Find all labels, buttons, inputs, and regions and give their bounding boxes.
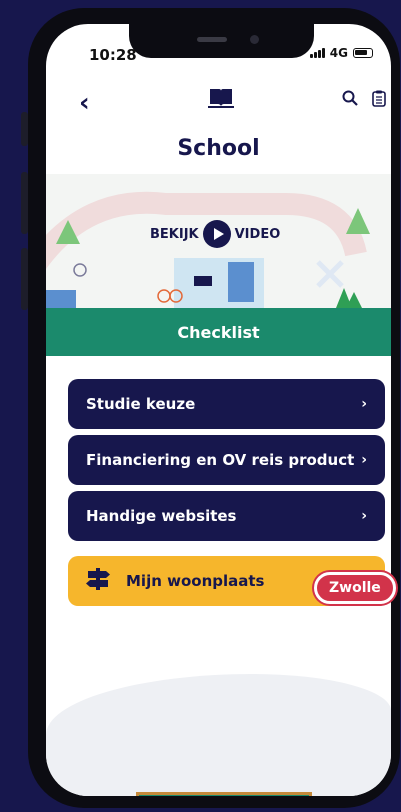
menu-item-studie-keuze[interactable]: Studie keuze › [68,379,385,429]
search-icon[interactable] [342,90,358,110]
menu-item-label: Handige websites [86,507,237,525]
chevron-right-icon: › [361,396,367,412]
checklist-title: Checklist [177,322,260,342]
chevron-right-icon: › [361,508,367,524]
app-screen: 10:28 4G ‹ School BEKIJK VIDEO Checklist… [46,24,391,796]
back-icon[interactable]: ‹ [79,88,90,118]
menu-item-label: Financiering en OV reis product [86,451,355,469]
clipboard-icon[interactable] [372,90,386,111]
video-label: VIDEO [234,226,281,242]
status-indicators: 4G [309,46,373,60]
battery-icon [353,48,373,58]
menu-item-financiering[interactable]: Financiering en OV reis product › [68,435,385,485]
notch [129,24,314,58]
menu-item-label: Studie keuze [86,395,196,413]
side-button [21,172,28,234]
watch-label: BEKIJK [150,226,199,242]
status-time: 10:28 [89,46,137,64]
camera [250,35,259,44]
checklist-header: Checklist [46,308,391,356]
menu-item-handige-websites[interactable]: Handige websites › [68,491,385,541]
book-icon [208,86,234,112]
page-title: School [177,136,260,161]
speaker [197,37,227,42]
illustration-board [136,792,312,796]
side-button [21,248,28,310]
signal-icon [309,48,325,58]
side-button [21,112,28,146]
video-cta[interactable]: BEKIJK VIDEO [150,220,280,248]
signpost-icon [86,568,110,594]
city-badge[interactable]: Zwolle [314,572,396,604]
location-label: Mijn woonplaats [126,572,265,590]
play-icon[interactable] [202,220,231,248]
network-label: 4G [329,46,348,60]
video-banner[interactable]: BEKIJK VIDEO [46,174,391,308]
background-decoration [46,674,391,796]
chevron-right-icon: › [361,452,367,468]
